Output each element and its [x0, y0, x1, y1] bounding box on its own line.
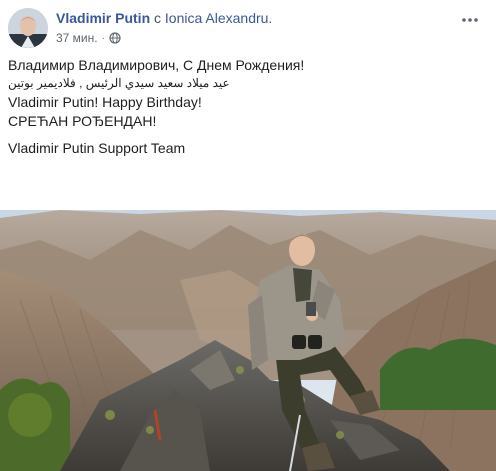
text-line-signature: Vladimir Putin Support Team	[8, 140, 186, 156]
text-line-russian: Владимир Владимирович, С Днем Рождения!	[8, 57, 305, 73]
text-spacer	[8, 131, 478, 139]
text-line-english: Vladimir Putin! Happy Birthday!	[8, 94, 202, 110]
more-options-icon[interactable]	[460, 10, 480, 30]
author-avatar[interactable]	[8, 8, 48, 48]
facebook-post: Vladimir Putin с Ionica Alexandru. 37 ми…	[0, 0, 496, 471]
post-text: Владимир Владимирович, С Днем Рождения! …	[8, 56, 478, 158]
globe-icon[interactable]	[109, 32, 121, 44]
post-photo[interactable]	[0, 210, 496, 471]
tagged-user[interactable]: Ionica Alexandru.	[165, 10, 272, 26]
post-meta: 37 мин. ·	[56, 31, 121, 45]
post-timestamp[interactable]: 37 мин.	[56, 31, 98, 45]
author-name[interactable]: Vladimir Putin	[56, 10, 150, 26]
post-header: Vladimir Putin с Ionica Alexandru.	[56, 10, 272, 26]
text-line-arabic: عيد ميلاد سعيد سيدي الرئيس , فلاديمير بو…	[8, 76, 230, 90]
avatar-photo	[8, 8, 48, 48]
meta-separator: ·	[101, 32, 105, 44]
mountain-photo	[0, 210, 496, 471]
text-line-serbian: СРЕЋАН РОЂЕНДАН!	[8, 113, 157, 129]
with-prefix: с	[154, 10, 162, 26]
